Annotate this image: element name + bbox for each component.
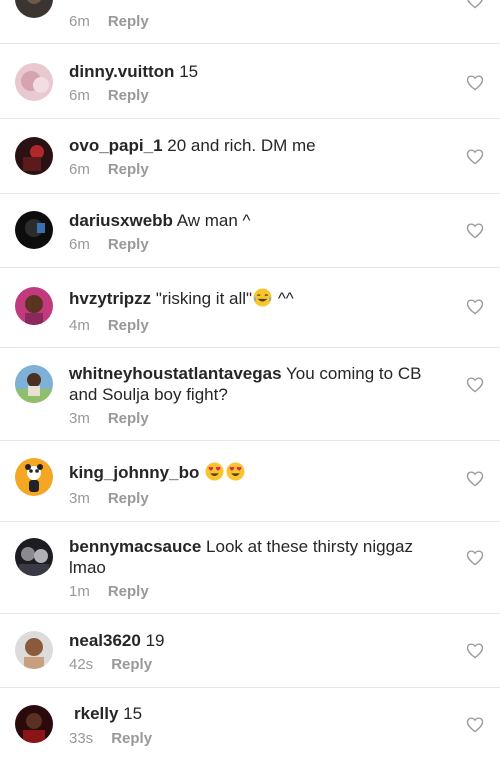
avatar[interactable] (15, 211, 53, 249)
heart-icon[interactable] (466, 74, 484, 91)
avatar[interactable] (15, 631, 53, 669)
comment-text: rkelly 15 (74, 703, 438, 724)
comment-meta: 6m Reply (69, 236, 149, 254)
comment-body: 15 (123, 704, 143, 723)
comment-text: ovo_papi_1 20 and rich. DM me (69, 135, 438, 156)
heart-icon[interactable] (466, 549, 484, 566)
heart-icon[interactable] (466, 222, 484, 239)
avatar[interactable] (15, 0, 53, 18)
heart-eyes-face-icon (226, 462, 245, 481)
comment-text: whitneyhoustatlantavegas You coming to C… (69, 363, 438, 405)
heart-icon[interactable] (466, 148, 484, 165)
reply-button[interactable]: Reply (108, 490, 149, 507)
heart-icon[interactable] (466, 716, 484, 733)
comment-text: dariusxwebb Aw man ^ (69, 210, 438, 231)
comment-username[interactable]: bennymacsauce (69, 537, 201, 556)
comment-time: 4m (69, 317, 90, 334)
comment-body-suffix: ^^ (277, 289, 294, 308)
avatar[interactable] (15, 458, 53, 496)
comment-meta: 6m Reply (69, 13, 149, 31)
avatar[interactable] (15, 705, 53, 743)
comment-meta: 33s Reply (69, 730, 152, 748)
reply-button[interactable]: Reply (111, 730, 152, 747)
reply-button[interactable]: Reply (108, 410, 149, 427)
reply-button[interactable]: Reply (108, 583, 149, 600)
face-with-tears-of-joy-icon (253, 288, 272, 307)
heart-icon[interactable] (466, 298, 484, 315)
comment-time: 6m (69, 236, 90, 253)
comment-time: 3m (69, 410, 90, 427)
comment-text: neal3620 19 (69, 630, 438, 651)
comment-item: whitneyhoustatlantavegas You coming to C… (0, 348, 500, 441)
comment-time: 33s (69, 730, 94, 747)
comment-item: ovo_papi_1 20 and rich. DM me 6m Reply (0, 119, 500, 194)
comment-username[interactable]: king_johnny_bo (69, 463, 199, 482)
comment-text: dinny.vuitton 15 (69, 61, 438, 82)
comment-body: "risking it all" (155, 289, 253, 308)
comment-text: hvzytripzz "risking it all" ^^ (69, 288, 438, 309)
comment-time: 1m (69, 583, 90, 600)
comment-item: rkelly 15 33s Reply (0, 688, 500, 757)
comment-meta: 6m Reply (69, 87, 149, 105)
reply-button[interactable]: Reply (111, 656, 152, 673)
comment-username[interactable]: dinny.vuitton (69, 62, 174, 81)
comment-username[interactable]: dariusxwebb (69, 211, 173, 230)
comment-item: 6m Reply (0, 0, 500, 44)
comment-item: dariusxwebb Aw man ^ 6m Reply (0, 194, 500, 268)
comment-meta: 3m Reply (69, 490, 149, 508)
comment-username[interactable]: neal3620 (69, 631, 141, 650)
avatar[interactable] (15, 287, 53, 325)
reply-button[interactable]: Reply (108, 317, 149, 334)
reply-button[interactable]: Reply (108, 161, 149, 178)
comment-username[interactable]: whitneyhoustatlantavegas (69, 364, 282, 383)
comment-time: 42s (69, 656, 94, 673)
heart-eyes-face-icon (205, 462, 224, 481)
comment-item: neal3620 19 42s Reply (0, 614, 500, 688)
comment-text: king_johnny_bo (69, 462, 438, 483)
comment-meta: 42s Reply (69, 656, 152, 674)
comment-text: bennymacsauce Look at these thirsty nigg… (69, 536, 438, 578)
reply-button[interactable]: Reply (108, 13, 149, 30)
reply-button[interactable]: Reply (108, 236, 149, 253)
avatar[interactable] (15, 137, 53, 175)
comment-time: 6m (69, 87, 90, 104)
comment-meta: 3m Reply (69, 410, 149, 428)
reply-button[interactable]: Reply (108, 87, 149, 104)
comment-username[interactable]: hvzytripzz (69, 289, 151, 308)
comment-time: 6m (69, 161, 90, 178)
avatar[interactable] (15, 365, 53, 403)
comment-meta: 6m Reply (69, 161, 149, 179)
comment-item: king_johnny_bo 3m Reply (0, 441, 500, 522)
comment-body: 20 and rich. DM me (167, 136, 316, 155)
comment-username[interactable]: ovo_papi_1 (69, 136, 163, 155)
comment-body: 15 (179, 62, 199, 81)
comment-meta: 4m Reply (69, 317, 149, 335)
avatar[interactable] (15, 538, 53, 576)
comment-item: hvzytripzz "risking it all" ^^ 4m Reply (0, 268, 500, 348)
comment-time: 3m (69, 490, 90, 507)
comment-meta: 1m Reply (69, 583, 149, 601)
avatar[interactable] (15, 63, 53, 101)
heart-icon[interactable] (466, 0, 484, 9)
comment-body: Aw man ^ (176, 211, 251, 230)
heart-icon[interactable] (466, 642, 484, 659)
comment-item: dinny.vuitton 15 6m Reply (0, 44, 500, 119)
comment-username[interactable]: rkelly (74, 704, 118, 723)
comment-item: bennymacsauce Look at these thirsty nigg… (0, 522, 500, 614)
comment-body: 19 (145, 631, 165, 650)
heart-icon[interactable] (466, 470, 484, 487)
comment-time: 6m (69, 13, 90, 30)
heart-icon[interactable] (466, 376, 484, 393)
